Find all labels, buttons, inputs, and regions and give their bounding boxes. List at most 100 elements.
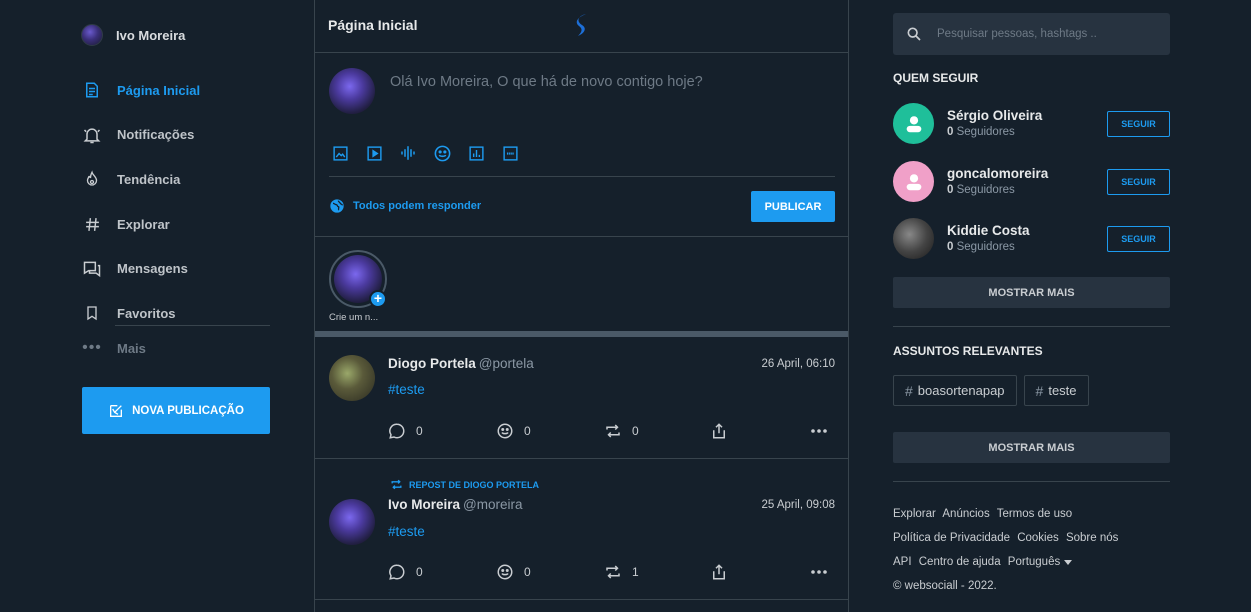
suggestion-name[interactable]: Sérgio Oliveira bbox=[947, 108, 1042, 123]
post-author-name: Diogo Portela bbox=[388, 356, 476, 371]
feed-header: Página Inicial bbox=[315, 0, 848, 53]
main-nav: Página Inicial Notificações Tendência Ex… bbox=[81, 68, 271, 336]
nav-item-trending[interactable]: Tendência bbox=[81, 157, 271, 202]
comment-button[interactable]: 0 bbox=[388, 422, 496, 440]
repost-icon bbox=[390, 478, 403, 491]
nav-item-favorites[interactable]: Favoritos bbox=[81, 291, 271, 336]
nav-item-label: Favoritos bbox=[117, 305, 176, 321]
copyright: © websociall - 2022. bbox=[893, 580, 997, 592]
topic-chip[interactable]: # boasortenapap bbox=[893, 375, 1017, 406]
feed-post: Diogo Portela @portela 26 April, 06:10 #t… bbox=[315, 337, 848, 459]
composer-input[interactable]: Olá Ivo Moreira, O que há de novo contig… bbox=[390, 74, 703, 90]
follower-count: 0 bbox=[947, 184, 954, 196]
reply-setting-label: Todos podem responder bbox=[353, 200, 482, 212]
brand-logo-icon[interactable] bbox=[574, 12, 590, 38]
comment-button[interactable]: 0 bbox=[388, 563, 496, 581]
create-story[interactable]: + Crie um n... bbox=[329, 250, 387, 323]
profile-name: Ivo Moreira bbox=[116, 27, 186, 43]
post-author-handle: @portela bbox=[478, 356, 534, 371]
footer-link-terms[interactable]: Termos de uso bbox=[997, 508, 1072, 520]
compose-icon bbox=[108, 403, 124, 419]
follow-suggestion: Kiddie Costa 0 Seguidores SEGUIR bbox=[893, 218, 1170, 260]
right-sidebar: QUEM SEGUIR Sérgio Oliveira 0 Seguidores… bbox=[893, 0, 1171, 612]
follower-count: 0 bbox=[947, 241, 954, 253]
post-composer: Olá Ivo Moreira, O que há de novo contig… bbox=[315, 53, 848, 237]
nav-item-label: Notificações bbox=[117, 127, 195, 143]
react-button[interactable]: 0 bbox=[496, 422, 604, 440]
nav-item-home[interactable]: Página Inicial bbox=[81, 68, 271, 113]
reply-setting-button[interactable]: Todos podem responder bbox=[329, 198, 481, 214]
profile-link[interactable]: Ivo Moreira bbox=[81, 24, 185, 46]
publish-button[interactable]: PUBLICAR bbox=[751, 191, 835, 222]
comment-count: 0 bbox=[416, 424, 423, 438]
language-selector[interactable]: Português bbox=[1008, 550, 1073, 574]
suggestion-followers: 0 Seguidores bbox=[947, 126, 1015, 138]
bell-icon bbox=[81, 124, 103, 146]
follow-button[interactable]: SEGUIR bbox=[1107, 226, 1170, 252]
video-icon[interactable] bbox=[363, 142, 385, 164]
repost-button[interactable]: 0 bbox=[604, 422, 710, 440]
nav-item-explore[interactable]: Explorar bbox=[81, 202, 271, 247]
nav-item-more[interactable]: ••• Mais bbox=[81, 338, 146, 358]
emoji-icon bbox=[496, 563, 514, 581]
post-hashtag[interactable]: #teste bbox=[388, 524, 425, 539]
avatar[interactable] bbox=[329, 355, 375, 401]
avatar[interactable] bbox=[893, 218, 934, 259]
avatar[interactable] bbox=[329, 499, 375, 545]
composer-toolbar bbox=[329, 142, 521, 164]
footer-link-ads[interactable]: Anúncios bbox=[942, 508, 989, 520]
nav-divider bbox=[115, 325, 270, 326]
share-button[interactable] bbox=[710, 563, 810, 581]
more-dots-icon: ••• bbox=[82, 339, 102, 356]
suggestion-name[interactable]: Kiddie Costa bbox=[947, 223, 1030, 238]
comment-count: 0 bbox=[416, 565, 423, 579]
footer-link-api[interactable]: API bbox=[893, 556, 912, 568]
suggestion-followers: 0 Seguidores bbox=[947, 184, 1015, 196]
gif-icon[interactable] bbox=[499, 142, 521, 164]
nav-item-label: Tendência bbox=[117, 171, 181, 187]
avatar[interactable] bbox=[893, 103, 934, 144]
post-hashtag[interactable]: #teste bbox=[388, 382, 425, 397]
show-more-users-button[interactable]: MOSTRAR MAIS bbox=[893, 277, 1170, 308]
more-dots-icon bbox=[810, 428, 828, 434]
repost-count: 0 bbox=[632, 424, 639, 438]
emoji-icon bbox=[496, 422, 514, 440]
follow-button[interactable]: SEGUIR bbox=[1107, 111, 1170, 137]
post-author[interactable]: Ivo Moreira @moreira bbox=[388, 497, 523, 512]
post-menu-button[interactable] bbox=[810, 428, 828, 434]
topic-chip[interactable]: # teste bbox=[1023, 375, 1089, 406]
show-more-topics-button[interactable]: MOSTRAR MAIS bbox=[893, 432, 1170, 463]
hash-icon: # bbox=[905, 382, 913, 399]
repost-button[interactable]: 1 bbox=[604, 563, 710, 581]
comment-icon bbox=[388, 563, 406, 581]
emoji-icon[interactable] bbox=[431, 142, 453, 164]
nav-item-notifications[interactable]: Notificações bbox=[81, 113, 271, 158]
image-icon[interactable] bbox=[329, 142, 351, 164]
follow-button[interactable]: SEGUIR bbox=[1107, 169, 1170, 195]
search-input[interactable] bbox=[937, 28, 1137, 40]
new-post-button[interactable]: NOVA PUBLICAÇÃO bbox=[82, 387, 270, 434]
story-ring: + bbox=[329, 250, 387, 308]
bookmark-icon bbox=[81, 302, 103, 324]
new-post-label: NOVA PUBLICAÇÃO bbox=[132, 404, 244, 417]
footer-link-help[interactable]: Centro de ajuda bbox=[919, 556, 1001, 568]
footer-link-privacy[interactable]: Política de Privacidade bbox=[893, 532, 1010, 544]
footer-link-about[interactable]: Sobre nós bbox=[1066, 532, 1118, 544]
footer-link-cookies[interactable]: Cookies bbox=[1017, 532, 1059, 544]
post-menu-button[interactable] bbox=[810, 569, 828, 575]
main-feed: Página Inicial Olá Ivo Moreira, O que há… bbox=[314, 0, 849, 612]
poll-icon[interactable] bbox=[465, 142, 487, 164]
avatar[interactable] bbox=[893, 161, 934, 202]
nav-item-messages[interactable]: Mensagens bbox=[81, 246, 271, 291]
share-icon bbox=[710, 563, 728, 581]
audio-icon[interactable] bbox=[397, 142, 419, 164]
post-actions: 0 0 1 bbox=[388, 563, 828, 581]
react-button[interactable]: 0 bbox=[496, 563, 604, 581]
post-author[interactable]: Diogo Portela @portela bbox=[388, 356, 534, 371]
who-to-follow-title: QUEM SEGUIR bbox=[893, 71, 979, 85]
footer-link-explore[interactable]: Explorar bbox=[893, 508, 936, 520]
suggestion-name[interactable]: goncalomoreira bbox=[947, 166, 1048, 181]
repost-label: REPOST DE DIOGO PORTELA bbox=[390, 478, 539, 491]
share-button[interactable] bbox=[710, 422, 810, 440]
follower-suffix: Seguidores bbox=[956, 126, 1015, 138]
